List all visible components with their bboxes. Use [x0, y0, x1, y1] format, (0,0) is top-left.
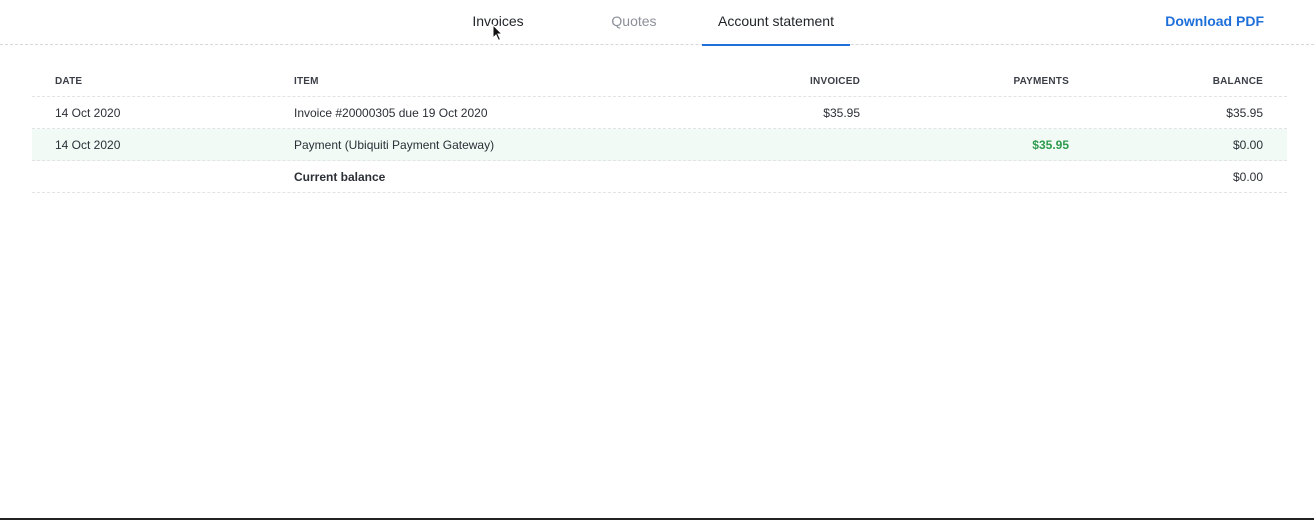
row-invoiced: $35.95 — [823, 105, 860, 120]
tab-quotes[interactable]: Quotes — [600, 0, 668, 45]
row-balance: $0.00 — [1232, 137, 1263, 152]
row-date: 14 Oct 2020 — [55, 105, 121, 120]
current-balance-row: Current balance $0.00 — [32, 161, 1287, 193]
active-tab-indicator — [702, 44, 850, 46]
column-header-date: DATE — [55, 75, 83, 87]
table-header-row: DATE ITEM INVOICED PAYMENTS BALANCE — [32, 66, 1287, 97]
top-nav: Invoices Quotes Account statement Downlo… — [0, 0, 1314, 46]
tab-account-statement-label: Account statement — [718, 13, 834, 29]
mouse-pointer-icon — [492, 24, 504, 42]
column-header-payments: PAYMENTS — [1013, 75, 1069, 87]
download-pdf-button[interactable]: Download PDF — [1165, 0, 1264, 42]
table-row[interactable]: 14 Oct 2020 Payment (Ubiquiti Payment Ga… — [32, 129, 1287, 161]
row-date: 14 Oct 2020 — [55, 137, 121, 152]
column-header-invoiced: INVOICED — [810, 75, 860, 87]
tab-account-statement[interactable]: Account statement — [702, 0, 850, 46]
row-item: Payment (Ubiquiti Payment Gateway) — [294, 137, 495, 152]
account-statement-table: DATE ITEM INVOICED PAYMENTS BALANCE 14 O… — [32, 66, 1287, 193]
row-item: Invoice #20000305 due 19 Oct 2020 — [294, 105, 488, 120]
row-payments: $35.95 — [1032, 137, 1069, 152]
current-balance-label: Current balance — [294, 169, 386, 184]
column-header-balance: BALANCE — [1212, 75, 1263, 87]
column-header-item: ITEM — [294, 75, 319, 87]
table-row[interactable]: 14 Oct 2020 Invoice #20000305 due 19 Oct… — [32, 97, 1287, 129]
current-balance-value: $0.00 — [1232, 169, 1263, 184]
row-balance: $35.95 — [1226, 105, 1263, 120]
